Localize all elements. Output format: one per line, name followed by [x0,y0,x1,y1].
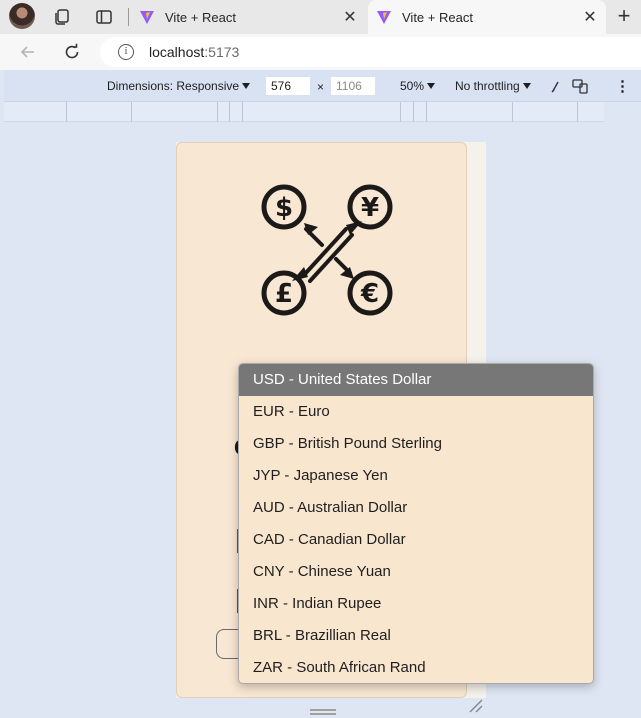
currency-dropdown-list[interactable]: USD - United States Dollar EUR - Euro GB… [238,363,594,684]
vite-favicon-icon [376,9,392,25]
svg-text:€: € [360,279,379,309]
close-tab-icon[interactable]: ✕ [582,9,598,26]
currency-option-gbp[interactable]: GBP - British Pound Sterling [239,428,593,460]
more-options-icon[interactable]: ⋮ [615,77,630,95]
profile-avatar[interactable] [9,3,35,29]
currency-option-cad[interactable]: CAD - Canadian Dollar [239,524,593,556]
currency-exchange-logo-icon: $ ¥ £ € [260,183,396,319]
currency-option-aud[interactable]: AUD - Australian Dollar [239,492,593,524]
address-bar[interactable]: i localhost:5173 [100,37,641,67]
pen-icon[interactable] [550,78,568,94]
browser-toolbar: i localhost:5173 [0,34,641,70]
svg-text:£: £ [275,279,293,309]
resize-corner-icon[interactable] [468,698,484,714]
currency-option-brl[interactable]: BRL - Brazillian Real [239,620,593,652]
currency-option-eur[interactable]: EUR - Euro [239,396,593,428]
zoom-dropdown[interactable]: 50% [400,79,436,93]
currency-option-inr[interactable]: INR - Indian Rupee [239,588,593,620]
rotate-device-icon[interactable] [572,78,590,94]
currency-option-zar[interactable]: ZAR - South African Rand [239,652,593,683]
device-toolbar: Dimensions: Responsive 576 × 1106 50% No… [4,70,641,102]
tab-vite-react-2[interactable]: Vite + React ✕ [368,0,606,34]
tab-vite-react-1[interactable]: Vite + React ✕ [131,0,366,34]
viewport-width-input[interactable]: 576 [266,77,310,95]
workspaces-icon[interactable] [52,7,72,27]
currency-option-usd[interactable]: USD - United States Dollar [239,364,593,396]
throttling-dropdown[interactable]: No throttling [455,79,531,93]
media-query-ruler [4,102,604,122]
close-tab-icon[interactable]: ✕ [342,9,358,26]
caret-down-icon [522,83,531,89]
dimensions-dropdown[interactable]: Dimensions: Responsive [107,79,251,93]
dimension-separator: × [317,80,325,94]
tab-title: Vite + React [402,9,473,25]
tab-title: Vite + React [165,9,236,25]
viewport-height-input[interactable]: 1106 [331,77,375,95]
caret-down-icon [242,83,251,89]
currency-option-jyp[interactable]: JYP - Japanese Yen [239,460,593,492]
back-icon[interactable] [16,40,40,64]
svg-text:¥: ¥ [361,193,379,223]
tab-strip: Vite + React ✕ Vite + React ✕ + [0,0,641,34]
resize-handle-icon[interactable] [310,703,336,715]
vite-favicon-icon [139,9,155,25]
new-tab-button[interactable]: + [612,5,636,29]
svg-text:$: $ [275,193,293,223]
site-info-icon[interactable]: i [118,44,134,60]
caret-down-icon [427,83,436,89]
reload-icon[interactable] [60,40,84,64]
tab-actions-icon[interactable] [94,7,114,27]
currency-option-cny[interactable]: CNY - Chinese Yuan [239,556,593,588]
tab-separator [128,8,129,26]
url-text: localhost:5173 [149,44,240,60]
